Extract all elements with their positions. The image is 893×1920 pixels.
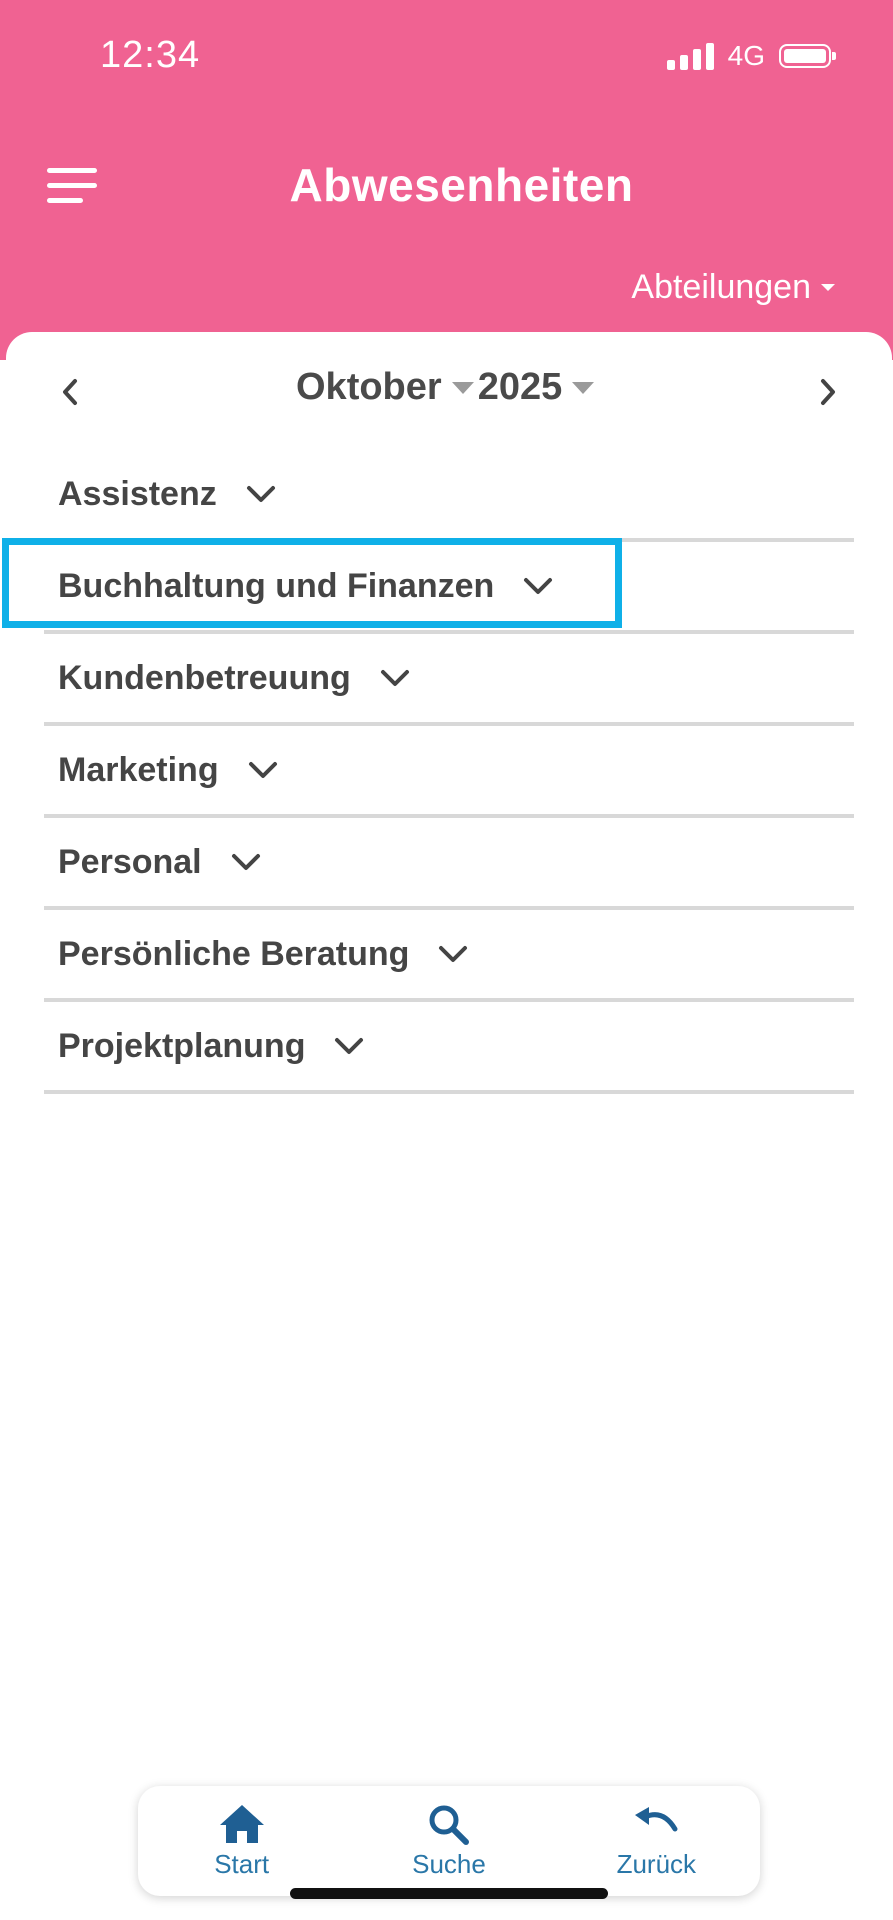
year-value: 2025 [477,366,563,408]
previous-month-button[interactable] [48,370,92,414]
tab-search-label: Suche [412,1848,486,1879]
chevron-down-icon [437,944,469,964]
department-row[interactable]: Buchhaltung und Finanzen [44,542,854,634]
bottom-navigation: Start Suche Zurück [138,1786,760,1896]
home-icon [219,1804,264,1843]
page-title: Abwesenheiten [289,159,634,211]
network-type: 4G [727,40,765,71]
department-list: Assistenz Buchhaltung und Finanzen Kunde… [44,450,854,1094]
caret-down-icon [572,381,595,394]
battery-icon [779,44,836,68]
chevron-down-icon [245,484,277,504]
month-value: Oktober [296,366,442,408]
department-label: Assistenz [58,474,217,513]
status-time: 12:34 [100,34,201,76]
home-indicator [290,1888,608,1899]
month-select[interactable]: Oktober [296,366,478,409]
departments-dropdown[interactable]: Abteilungen [631,268,835,307]
chevron-right-icon [821,379,835,405]
chevron-down-icon [247,760,279,780]
tab-back-label: Zurück [616,1848,697,1879]
chevron-down-icon [230,852,262,872]
caret-down-icon [451,381,474,394]
department-label: Personal [58,842,202,881]
next-month-button[interactable] [806,370,850,414]
tab-start-label: Start [214,1848,270,1879]
chevron-left-icon [63,379,77,405]
caret-down-icon [821,284,835,291]
department-row[interactable]: Personal [44,818,854,910]
chevron-down-icon [379,668,411,688]
department-label: Kundenbetreuung [58,658,351,697]
undo-icon [635,1806,678,1831]
department-row[interactable]: Kundenbetreuung [44,634,854,726]
department-label: Persönliche Beratung [58,934,410,973]
departments-dropdown-label: Abteilungen [631,268,811,306]
department-row[interactable]: Projektplanung [44,1002,854,1094]
department-row[interactable]: Persönliche Beratung [44,910,854,1002]
department-row[interactable]: Assistenz [44,450,854,542]
department-row[interactable]: Marketing [44,726,854,818]
tab-back[interactable]: Zurück [576,1803,736,1880]
year-select[interactable]: 2025 [478,366,599,409]
status-icons: 4G [666,40,836,72]
department-label: Projektplanung [58,1026,306,1065]
app-header: 12:34 4G Abwesenheiten Abteilungen [0,0,893,360]
chevron-down-icon [522,576,554,596]
search-icon [429,1805,469,1845]
month-navigation: Oktober 2025 [6,356,892,430]
department-label: Marketing [58,750,219,789]
content-card: Oktober 2025 Assistenz Buchhaltung und F… [6,332,892,1920]
signal-icon [666,42,714,70]
month-year-picker: Oktober 2025 [296,366,598,409]
chevron-down-icon [333,1036,365,1056]
tab-search[interactable]: Suche [369,1803,529,1880]
tab-start[interactable]: Start [162,1803,322,1880]
department-label: Buchhaltung und Finanzen [58,566,495,605]
